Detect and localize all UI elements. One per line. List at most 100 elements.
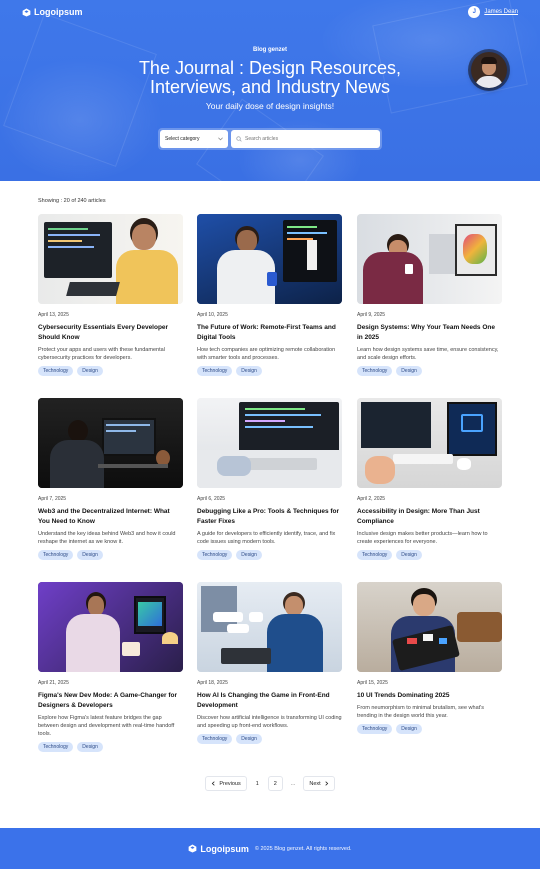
article-card[interactable]: April 10, 2025 The Future of Work: Remot… [197, 214, 342, 376]
article-thumbnail[interactable] [197, 582, 342, 672]
hero-title-line: Interviews, and Industry News [149, 77, 391, 97]
article-thumbnail[interactable] [357, 582, 502, 672]
tag-badge[interactable]: Design [396, 366, 422, 376]
article-date: April 6, 2025 [197, 496, 226, 502]
article-card[interactable]: April 7, 2025 Web3 and the Decentralized… [38, 398, 183, 560]
tag-badge[interactable]: Technology [357, 550, 393, 560]
tag-badge[interactable]: Design [236, 550, 262, 560]
category-select[interactable]: Select category [160, 130, 228, 148]
tag-badge[interactable]: Design [396, 550, 422, 560]
article-card[interactable]: April 21, 2025 Figma's New Dev Mode: A G… [38, 582, 183, 752]
hero-title-line: The Journal : Design Resources, [138, 58, 402, 78]
copyright-text: © 2025 Blog genzet. All rights reserved. [254, 845, 352, 852]
article-date: April 10, 2025 [197, 312, 228, 318]
article-title[interactable]: The Future of Work: Remote-First Teams a… [197, 323, 342, 343]
page-button-2[interactable]: 2 [267, 776, 283, 791]
tag-list: Technology Design [357, 550, 502, 560]
tag-badge[interactable]: Design [77, 550, 103, 560]
article-date: April 21, 2025 [38, 680, 69, 686]
article-excerpt: Discover how artificial intelligence is … [197, 715, 342, 729]
chevron-down-icon [218, 137, 223, 141]
hero-eyebrow: Blog genzet [253, 47, 287, 53]
logo-mark-icon [22, 7, 31, 17]
chevron-left-icon [212, 781, 215, 786]
filter-bar: Select category [158, 128, 382, 150]
brand-name: Logoipsum [34, 7, 83, 17]
tag-list: Technology Design [38, 742, 183, 752]
next-page-button[interactable]: Next [303, 776, 335, 791]
category-select-value: Select category [165, 136, 200, 142]
chevron-right-icon [325, 781, 328, 786]
tag-badge[interactable]: Technology [38, 550, 74, 560]
tag-badge[interactable]: Technology [38, 742, 74, 752]
user-menu[interactable]: J James Dean [468, 6, 518, 18]
article-card[interactable]: April 9, 2025 Design Systems: Why Your T… [357, 214, 502, 376]
article-thumbnail[interactable] [38, 582, 183, 672]
footer-brand: Logoipsum [200, 843, 249, 854]
tag-badge[interactable]: Technology [38, 366, 74, 376]
search-icon [236, 136, 242, 142]
footer-logo[interactable]: Logoipsum [188, 844, 249, 854]
tag-badge[interactable]: Design [236, 734, 262, 744]
user-avatar: J [468, 6, 481, 18]
tag-badge[interactable]: Technology [197, 734, 233, 744]
tag-badge[interactable]: Technology [197, 366, 233, 376]
article-thumbnail[interactable] [197, 398, 342, 488]
article-card[interactable]: April 2, 2025 Accessibility in Design: M… [357, 398, 502, 560]
top-navbar: Logoipsum J James Dean [0, 0, 540, 24]
user-name: James Dean [484, 9, 518, 15]
article-card[interactable]: April 6, 2025 Debugging Like a Pro: Tool… [197, 398, 342, 560]
article-date: April 15, 2025 [357, 680, 388, 686]
article-thumbnail[interactable] [357, 214, 502, 304]
tag-list: Technology Design [197, 366, 342, 376]
article-title[interactable]: Figma's New Dev Mode: A Game-Changer for… [38, 691, 183, 711]
tag-badge[interactable]: Design [77, 366, 103, 376]
tag-list: Technology Design [38, 550, 183, 560]
article-thumbnail[interactable] [357, 398, 502, 488]
search-input[interactable] [245, 136, 365, 142]
article-card[interactable]: April 15, 2025 10 UI Trends Dominating 2… [357, 582, 502, 734]
article-thumbnail[interactable] [38, 398, 183, 488]
article-date: April 2, 2025 [357, 496, 386, 502]
article-excerpt: Learn how design systems save time, ensu… [357, 347, 499, 361]
article-excerpt: Inclusive design makes better products—l… [357, 531, 488, 545]
article-title[interactable]: 10 UI Trends Dominating 2025 [357, 691, 502, 701]
article-date: April 7, 2025 [38, 496, 67, 502]
article-thumbnail[interactable] [38, 214, 183, 304]
article-thumbnail[interactable] [197, 214, 342, 304]
article-excerpt: Understand the key ideas behind Web3 and… [38, 531, 176, 545]
hero-title: The Journal : Design Resources, Intervie… [0, 59, 540, 97]
hero-subtitle: Your daily dose of design insights! [205, 101, 335, 111]
tag-badge[interactable]: Technology [357, 724, 393, 734]
page-button-1[interactable]: 1 [250, 776, 265, 791]
article-card[interactable]: April 18, 2025 How AI Is Changing the Ga… [197, 582, 342, 744]
tag-list: Technology Design [197, 734, 342, 744]
tag-badge[interactable]: Design [236, 366, 262, 376]
search-box[interactable] [231, 130, 380, 148]
brand-logo[interactable]: Logoipsum [22, 7, 83, 17]
article-title[interactable]: Accessibility in Design: More Than Just … [357, 507, 502, 527]
article-title[interactable]: Debugging Like a Pro: Tools & Techniques… [197, 507, 342, 527]
next-label: Next [309, 780, 321, 787]
pagination: Previous 1 2 ... Next [0, 776, 540, 791]
results-count: Showing : 20 of 240 articles [38, 198, 106, 204]
article-card[interactable]: April 13, 2025 Cybersecurity Essentials … [38, 214, 183, 376]
article-excerpt: A guide for developers to efficiently id… [197, 531, 336, 545]
article-date: April 18, 2025 [197, 680, 228, 686]
previous-page-button[interactable]: Previous [205, 776, 247, 791]
article-title[interactable]: How AI Is Changing the Game in Front-End… [197, 691, 342, 711]
tag-badge[interactable]: Design [396, 724, 422, 734]
article-date: April 13, 2025 [38, 312, 69, 318]
article-title[interactable]: Design Systems: Why Your Team Needs One … [357, 323, 502, 343]
article-excerpt: From neumorphism to minimal brutalism, s… [357, 705, 484, 719]
tag-list: Technology Design [197, 550, 342, 560]
tag-list: Technology Design [357, 366, 502, 376]
tag-badge[interactable]: Technology [357, 366, 393, 376]
tag-badge[interactable]: Technology [197, 550, 233, 560]
hero-banner: Logoipsum J James Dean Blog genzet The J… [0, 0, 540, 181]
article-title[interactable]: Cybersecurity Essentials Every Developer… [38, 323, 183, 343]
article-title[interactable]: Web3 and the Decentralized Internet: Wha… [38, 507, 183, 527]
article-date: April 9, 2025 [357, 312, 386, 318]
logo-mark-icon [189, 844, 197, 853]
tag-badge[interactable]: Design [77, 742, 103, 752]
